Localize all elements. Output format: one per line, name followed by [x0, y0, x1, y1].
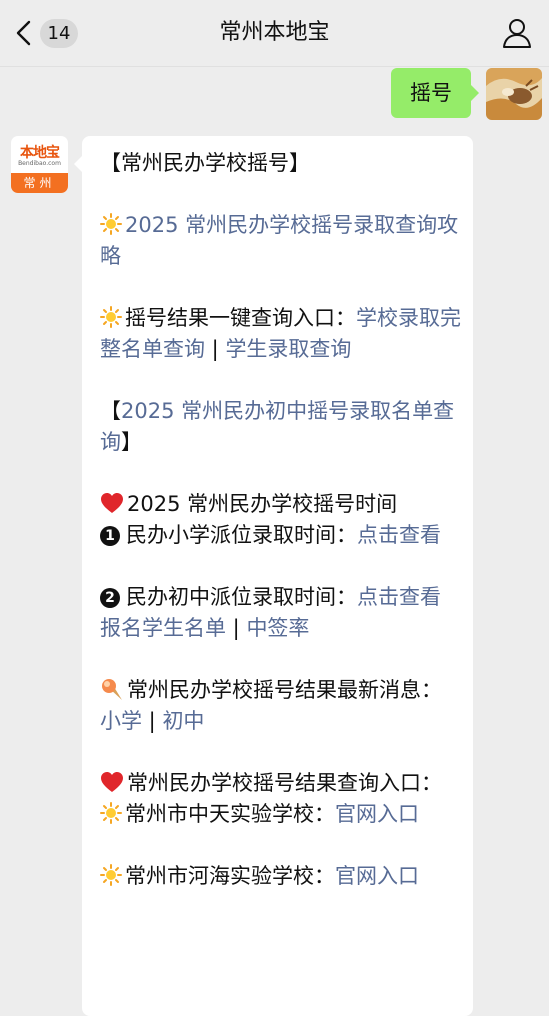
guide-link[interactable]: 2025 常州民办学校摇号录取查询攻略	[100, 213, 458, 268]
bot-avatar[interactable]: 本地宝 Bendibao.com 常州	[11, 136, 68, 193]
sun-icon	[100, 802, 122, 824]
avatar-brand-text: 本地宝	[20, 145, 60, 161]
news-primary-link[interactable]: 小学	[100, 709, 142, 733]
heart-icon	[101, 772, 123, 792]
middle-time-link[interactable]: 点击查看	[357, 585, 441, 609]
primary-time-label: 民办小学派位录取时间：	[126, 523, 357, 547]
school1-line: 常州市中天实验学校：官网入口	[100, 799, 462, 830]
number-two-icon: 2	[100, 588, 120, 608]
message-header: 【常州民办学校摇号】	[100, 151, 310, 175]
bracket-close: 】	[121, 430, 142, 454]
middle-list-link[interactable]: 2025 常州民办初中摇号录取名单查询	[100, 399, 454, 454]
avatar-city-text: 常州	[11, 173, 68, 193]
result-label: 摇号结果一键查询入口：	[125, 306, 356, 330]
school2-official-link[interactable]: 官网入口	[335, 864, 419, 888]
sun-icon	[100, 306, 122, 328]
time-title-line: 2025 常州民办学校摇号时间	[100, 489, 462, 520]
avatar-sub-text: Bendibao.com	[18, 160, 61, 167]
student-query-link[interactable]: 学生录取查询	[225, 337, 351, 361]
unread-count-badge[interactable]: 14	[40, 19, 78, 48]
guide-line: 2025 常州民办学校摇号录取查询攻略	[100, 210, 462, 272]
time-title: 2025 常州民办学校摇号时间	[127, 492, 398, 516]
win-rate-link[interactable]: 中签率	[246, 616, 309, 640]
sun-icon	[100, 213, 122, 235]
nav-bar: 14 常州本地宝	[0, 0, 549, 67]
result-line: 摇号结果一键查询入口：学校录取完整名单查询 | 学生录取查询	[100, 303, 462, 365]
outgoing-message-bubble[interactable]: 摇号	[391, 68, 479, 118]
query-title-line: 常州民办学校摇号结果查询入口：	[100, 768, 462, 799]
school1-official-link[interactable]: 官网入口	[335, 802, 419, 826]
ice-cream-icon	[102, 679, 122, 700]
school2-label: 常州市河海实验学校：	[125, 864, 335, 888]
query-title: 常州民办学校摇号结果查询入口：	[127, 771, 442, 795]
registration-list-link[interactable]: 报名学生名单	[100, 616, 226, 640]
middle-time-line: 2 民办初中派位录取时间：点击查看	[100, 582, 462, 613]
news-label: 常州民办学校摇号结果最新消息：	[127, 678, 442, 702]
primary-time-line: 1 民办小学派位录取时间：点击查看	[100, 520, 462, 551]
separator: |	[142, 709, 163, 733]
registration-line: 报名学生名单 | 中签率	[100, 613, 462, 644]
message-content: 【常州民办学校摇号】 2025 常州民办学校摇号录取查询攻略 摇号结果一键查询入…	[100, 148, 462, 892]
news-line: 常州民办学校摇号结果最新消息： 小学 | 初中	[100, 675, 462, 737]
news-middle-link[interactable]: 初中	[162, 709, 204, 733]
back-button[interactable]	[10, 14, 40, 52]
chevron-left-icon	[16, 20, 31, 46]
sun-icon	[100, 864, 122, 886]
profile-button[interactable]	[499, 15, 535, 51]
separator: |	[205, 337, 226, 361]
middle-list-line: 【2025 常州民办初中摇号录取名单查询】	[100, 396, 462, 458]
school1-label: 常州市中天实验学校：	[125, 802, 335, 826]
number-one-icon: 1	[100, 526, 120, 546]
separator: |	[226, 616, 247, 640]
middle-time-label: 民办初中派位录取时间：	[126, 585, 357, 609]
chat-title: 常州本地宝	[219, 20, 330, 45]
heart-icon	[101, 493, 123, 513]
user-icon	[503, 19, 531, 48]
bracket-open: 【	[100, 399, 121, 423]
school2-line: 常州市河海实验学校：官网入口	[100, 861, 462, 892]
avatar-image-icon	[486, 68, 542, 120]
primary-time-link[interactable]: 点击查看	[357, 523, 441, 547]
self-avatar[interactable]	[486, 68, 542, 120]
